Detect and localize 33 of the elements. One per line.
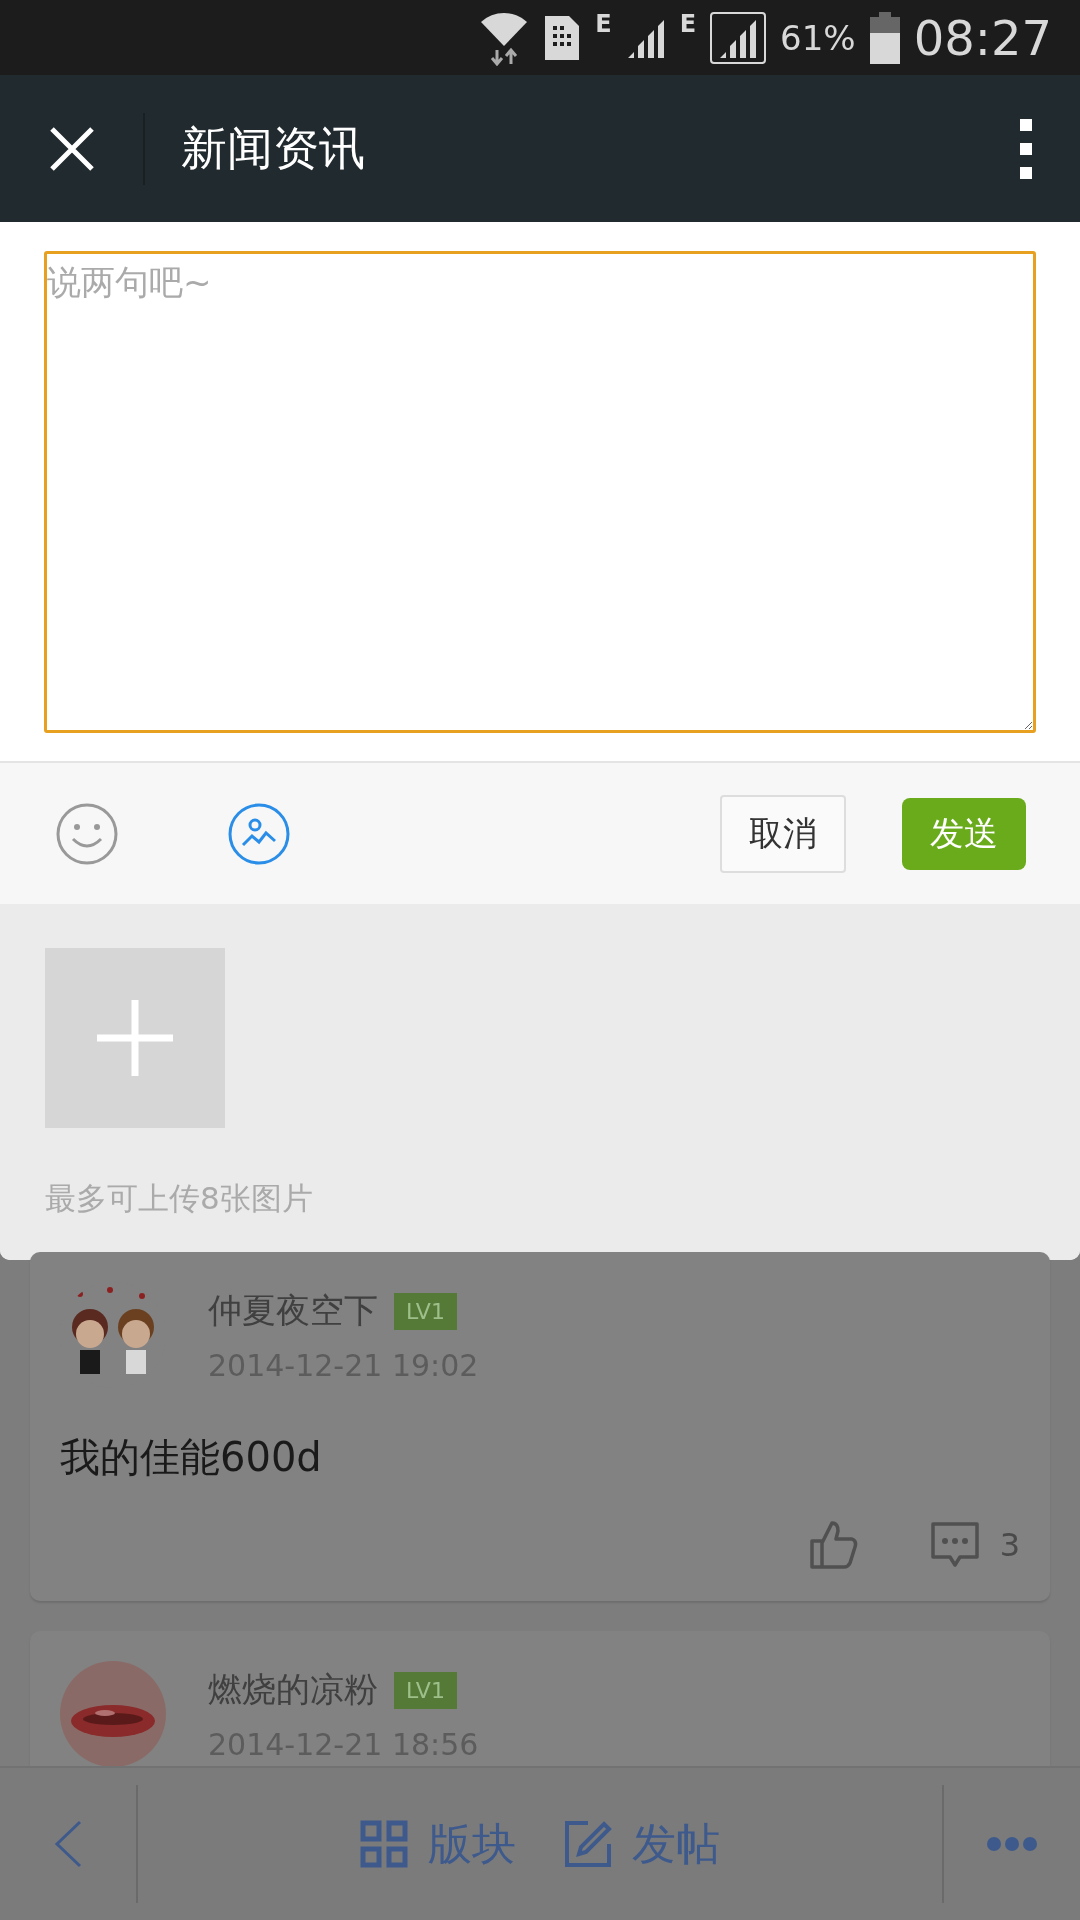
send-button[interactable]: 发送 [902, 797, 1026, 870]
network-type-label: E [679, 10, 697, 38]
smiley-icon [56, 802, 118, 865]
comment-field[interactable]: 说两句吧~ [44, 251, 1036, 733]
emoji-button[interactable] [56, 802, 118, 865]
upload-hint: 最多可上传8张图片 [45, 1179, 314, 1218]
level-badge: LV1 [394, 1671, 457, 1709]
thumbs-up-icon[interactable] [807, 1519, 860, 1571]
battery-icon [869, 11, 900, 64]
battery-percent: 61% [780, 17, 856, 58]
close-icon [47, 124, 96, 173]
clock: 08:27 [913, 9, 1052, 66]
nav-item[interactable]: 版块 [360, 1814, 516, 1874]
comment-icon[interactable] [929, 1521, 980, 1569]
edit-icon [564, 1820, 612, 1868]
back-icon [54, 1820, 82, 1868]
more-vertical-icon [1020, 118, 1032, 179]
author-name: 仲夏夜空下 [208, 1289, 378, 1332]
comment-count: 3 [999, 1526, 1020, 1564]
add-image-button[interactable] [45, 948, 225, 1128]
author-name: 燃烧的凉粉 [208, 1668, 378, 1711]
image-icon [228, 802, 290, 865]
grid-icon [360, 1820, 408, 1868]
more-horizontal-icon [986, 1836, 1038, 1852]
image-button[interactable] [228, 802, 290, 865]
network-type-label: E [595, 10, 612, 38]
sim-card-icon [543, 13, 582, 62]
level-badge: LV1 [394, 1292, 457, 1330]
cancel-button[interactable]: 取消 [720, 794, 846, 873]
page-title: 新闻资讯 [181, 119, 366, 177]
plus-icon [97, 1000, 173, 1076]
nav-item[interactable]: 发帖 [564, 1814, 720, 1874]
post-text: 我的佳能600d [60, 1433, 323, 1482]
